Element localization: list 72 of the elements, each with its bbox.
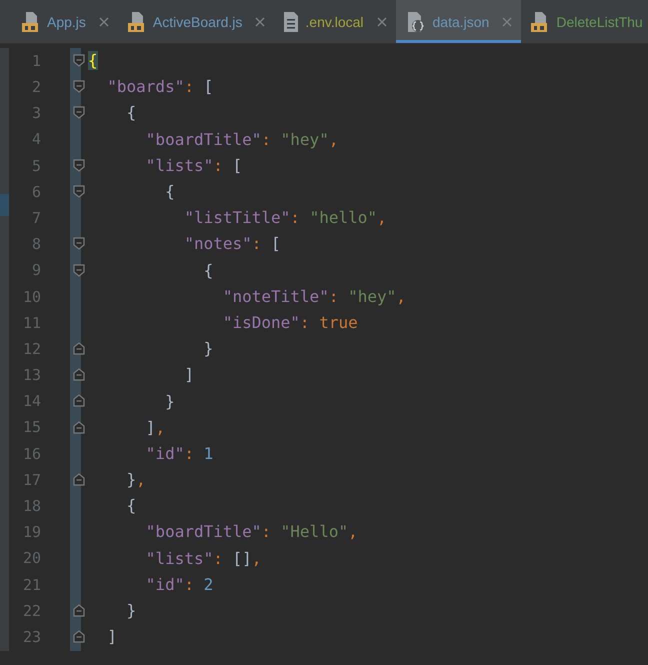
js-file-icon <box>21 11 41 33</box>
fold-icon[interactable] <box>73 342 85 356</box>
line-number: 14 <box>22 391 41 412</box>
line-number: 1 <box>30 50 41 72</box>
close-icon[interactable] <box>98 17 109 27</box>
code-line: "boards": [ <box>106 76 214 98</box>
line-number: 6 <box>30 182 41 203</box>
js-file-icon <box>126 11 147 33</box>
file-tab[interactable]: .env.local <box>274 0 396 43</box>
code-line: ] <box>183 364 194 386</box>
code-line: "lists": [ <box>144 154 242 177</box>
line-number: 23 <box>22 626 41 648</box>
code-line: } <box>164 390 175 413</box>
code-line: "lists": [], <box>144 548 262 570</box>
line-number: 18 <box>22 496 41 518</box>
fold-icon[interactable] <box>73 473 85 486</box>
fold-icon[interactable] <box>73 158 85 172</box>
file-tab[interactable]: DeleteListThu <box>521 0 648 43</box>
line-number: 19 <box>22 522 41 544</box>
code-line: "noteTitle": "hey", <box>222 286 406 308</box>
line-number: 2 <box>30 77 41 98</box>
fold-icon[interactable] <box>73 630 85 644</box>
file-tab[interactable]: ActiveBoard.js <box>118 0 274 43</box>
file-tab[interactable]: data.json <box>396 0 522 43</box>
line-number: 3 <box>30 103 41 124</box>
fold-icon[interactable] <box>73 80 85 94</box>
text-file-icon <box>283 11 300 33</box>
line-number: 22 <box>22 600 41 622</box>
line-number: 12 <box>22 338 41 360</box>
line-number: 5 <box>30 156 41 177</box>
code-line: "id": 1 <box>144 442 214 465</box>
fold-icon[interactable] <box>73 264 85 276</box>
line-number: 7 <box>30 208 41 229</box>
line-number: 10 <box>22 286 41 308</box>
line-number: 20 <box>22 548 41 570</box>
code-line: }, <box>126 469 146 492</box>
selected-panel-item <box>0 194 9 216</box>
close-icon[interactable] <box>376 17 387 27</box>
line-number: 9 <box>30 260 41 282</box>
code-line: ] <box>106 626 117 648</box>
line-number: 11 <box>22 312 41 334</box>
code-line: { <box>126 102 136 124</box>
line-number: 15 <box>22 417 41 438</box>
code-line: "listTitle": "hello", <box>183 207 387 230</box>
code-line: "isDone": true <box>222 312 358 334</box>
code-line: { <box>126 495 136 518</box>
fold-icon[interactable] <box>73 604 85 617</box>
fold-icon[interactable] <box>73 54 85 67</box>
code-line: "boardTitle": "Hello", <box>144 521 358 544</box>
code-line: "boardTitle": "hey", <box>144 128 338 151</box>
fold-icon[interactable] <box>73 368 85 382</box>
line-number: 17 <box>22 470 41 491</box>
fold-icon[interactable] <box>73 184 85 198</box>
fold-icon[interactable] <box>73 394 85 408</box>
line-number: 8 <box>30 234 41 256</box>
code-line: "id": 2 <box>144 574 214 596</box>
fold-icon[interactable] <box>73 420 85 434</box>
code-line: ], <box>144 416 166 439</box>
line-number: 4 <box>30 129 41 150</box>
close-icon[interactable] <box>255 17 266 27</box>
line-number: 21 <box>22 574 41 596</box>
line-number: 16 <box>22 444 41 465</box>
file-tab[interactable]: App.js <box>12 0 118 43</box>
fold-icon[interactable] <box>73 106 85 120</box>
code-line: } <box>202 338 214 360</box>
fold-icon[interactable] <box>73 237 85 250</box>
code-line: "notes": [ <box>183 233 281 256</box>
close-icon[interactable] <box>502 17 512 27</box>
code-line: { <box>164 181 175 204</box>
line-number: 13 <box>22 365 41 386</box>
code-line: { <box>202 260 214 282</box>
code-line: } <box>126 600 136 622</box>
